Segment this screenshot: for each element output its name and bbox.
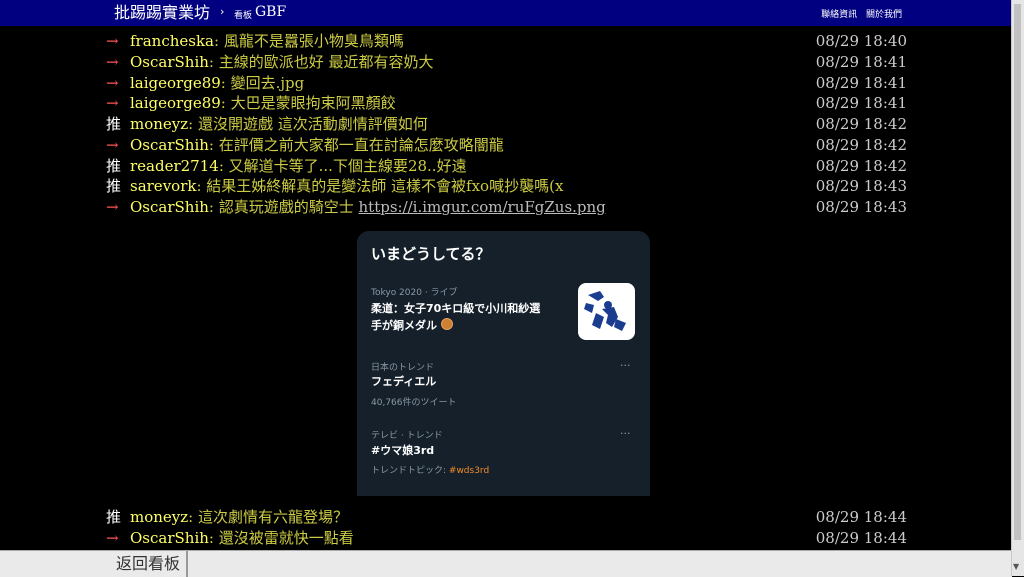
- trend-2-tweet-count: 40,766件のツイート: [371, 398, 457, 408]
- push-tag: →: [106, 198, 119, 216]
- trend-2-meta: 日本のトレンド: [371, 363, 435, 373]
- push-user-id: OscarShih: [130, 198, 209, 216]
- header-links: 聯絡資訊 關於我們: [815, 7, 902, 20]
- trend-3-meta: テレビ · トレンド: [371, 431, 443, 441]
- site-title-link[interactable]: 批踢踢實業坊: [114, 3, 210, 23]
- scrollbar-thumb[interactable]: [1014, 4, 1021, 540]
- push-row: 推 moneyz: 還沒開遊戲 這次活動劇情評價如何 08/29 18:42: [106, 114, 907, 134]
- push-user-id: reader2714: [130, 157, 219, 175]
- push-content: : 變回去.jpg: [220, 74, 305, 92]
- push-row: 推 moneyz: 這次劇情有六龍登場？ 08/29 18:44: [106, 507, 907, 527]
- judo-thumbnail: [578, 283, 635, 340]
- push-time: 08/29 18:44: [815, 508, 907, 526]
- push-user-id: francheska: [130, 32, 214, 50]
- push-row: → OscarShih: 主線的歐派也好 最近都有容奶大 08/29 18:41: [106, 52, 907, 72]
- push-content: : 結果王姊終解真的是變法師 這樣不會被fxo喊抄襲嗎(x: [196, 177, 564, 195]
- bottom-bar: 返回看板: [0, 550, 1012, 577]
- trend-1-title-text: 手が銅メダル: [371, 319, 437, 332]
- push-user-id: OscarShih: [130, 53, 209, 71]
- push-row: → laigeorge89: 變回去.jpg 08/29 18:41: [106, 73, 907, 93]
- vertical-scrollbar[interactable]: ▼: [1011, 0, 1024, 576]
- push-row: → OscarShih: 認真玩遊戲的騎空士 https://i.imgur.co…: [106, 197, 907, 217]
- trend-3-sub: トレンドトピック: #wds3rd: [371, 463, 489, 476]
- push-tag: →: [106, 53, 119, 71]
- push-time: 08/29 18:42: [815, 115, 907, 133]
- trends-heading: いまどうしてる？: [371, 245, 491, 263]
- push-row: → OscarShih: 還沒被雷就快一點看 08/29 18:44: [106, 528, 907, 548]
- push-row: 推 sarevork: 結果王姊終解真的是變法師 這樣不會被fxo喊抄襲嗎(x 0…: [106, 176, 907, 196]
- embedded-twitter-trends-image[interactable]: いまどうしてる？ Tokyo 2020 · ライブ 柔道：女子70キロ級で小川和…: [357, 231, 650, 496]
- push-tag: →: [106, 94, 119, 112]
- push-row: → laigeorge89: 大巴是蒙眼拘束阿黑顏餃 08/29 18:41: [106, 93, 907, 113]
- push-tag: 推: [106, 157, 122, 175]
- more-options-icon[interactable]: ···: [620, 427, 631, 440]
- push-row: → francheska: 風龍不是囂張小物臭鳥類嗎 08/29 18:40: [106, 31, 907, 51]
- breadcrumb-separator: ›: [220, 5, 225, 18]
- push-row: 推 reader2714: 又解道卡等了...下個主線要28..好遠 08/29 …: [106, 156, 907, 176]
- push-content: : 還沒開遊戲 這次活動劇情評價如何: [188, 115, 428, 133]
- trend-1-meta: Tokyo 2020 · ライブ: [371, 288, 458, 298]
- judo-pictogram-icon: [584, 291, 626, 331]
- push-tag: 推: [106, 508, 122, 526]
- push-tag: 推: [106, 177, 122, 195]
- push-time: 08/29 18:41: [815, 94, 907, 112]
- board-label: 看板: [234, 11, 253, 21]
- push-tag: →: [106, 529, 119, 547]
- push-time: 08/29 18:41: [815, 74, 907, 92]
- push-time: 08/29 18:44: [815, 529, 907, 547]
- push-content: : 認真玩遊戲的騎空士: [208, 198, 359, 216]
- push-user-id: sarevork: [130, 177, 197, 195]
- trend-3-sub-prefix: トレンドトピック:: [371, 466, 449, 476]
- bronze-medal-icon: [440, 318, 453, 330]
- push-user-id: OscarShih: [130, 136, 209, 154]
- contact-link[interactable]: 聯絡資訊: [821, 10, 857, 20]
- push-content: : 這次劇情有六龍登場？: [188, 508, 348, 526]
- push-row: → OscarShih: 在評價之前大家都一直在討論怎麼攻略闇龍 08/29 18…: [106, 135, 907, 155]
- push-content: : 在評價之前大家都一直在討論怎麼攻略闇龍: [208, 136, 504, 154]
- push-time: 08/29 18:40: [815, 32, 907, 50]
- board-name-link[interactable]: GBF: [255, 4, 286, 20]
- about-link[interactable]: 關於我們: [866, 10, 902, 20]
- push-user-id: laigeorge89: [130, 74, 221, 92]
- push-user-id: OscarShih: [130, 529, 209, 547]
- push-content: : 主線的歐派也好 最近都有容奶大: [208, 53, 434, 71]
- push-tag: →: [106, 136, 119, 154]
- push-time: 08/29 18:43: [815, 198, 907, 216]
- more-options-icon[interactable]: ···: [620, 359, 631, 372]
- push-tag: →: [106, 32, 119, 50]
- trend-1-title-line2: 手が銅メダル: [371, 318, 453, 334]
- push-content: : 還沒被雷就快一點看: [208, 529, 354, 547]
- push-content: : 風龍不是囂張小物臭鳥類嗎: [214, 32, 404, 50]
- hashtag-link[interactable]: #wds3rd: [449, 466, 489, 476]
- scroll-down-arrow-icon[interactable]: ▼: [1013, 562, 1019, 571]
- push-content: : 又解道卡等了...下個主線要28..好遠: [218, 157, 467, 175]
- push-content: : 大巴是蒙眼拘束阿黑顏餃: [220, 94, 396, 112]
- trend-3-title: #ウマ娘3rd: [371, 444, 435, 457]
- image-link[interactable]: https://i.imgur.com/ruFgZus.png: [359, 198, 606, 216]
- push-user-id: moneyz: [130, 508, 189, 526]
- push-user-id: laigeorge89: [130, 94, 221, 112]
- push-tag: →: [106, 74, 119, 92]
- push-user-id: moneyz: [130, 115, 189, 133]
- push-time: 08/29 18:42: [815, 157, 907, 175]
- push-time: 08/29 18:43: [815, 177, 907, 195]
- top-navigation-bar: 批踢踢實業坊 › 看板 GBF 聯絡資訊 關於我們: [0, 0, 1012, 26]
- trend-1-title-line1: 柔道：女子70キロ級で小川和紗選: [371, 302, 541, 315]
- push-tag: 推: [106, 115, 122, 133]
- push-time: 08/29 18:42: [815, 136, 907, 154]
- push-time: 08/29 18:41: [815, 53, 907, 71]
- back-to-board-button[interactable]: 返回看板: [110, 551, 189, 577]
- trend-2-title: フェディエル: [371, 375, 437, 388]
